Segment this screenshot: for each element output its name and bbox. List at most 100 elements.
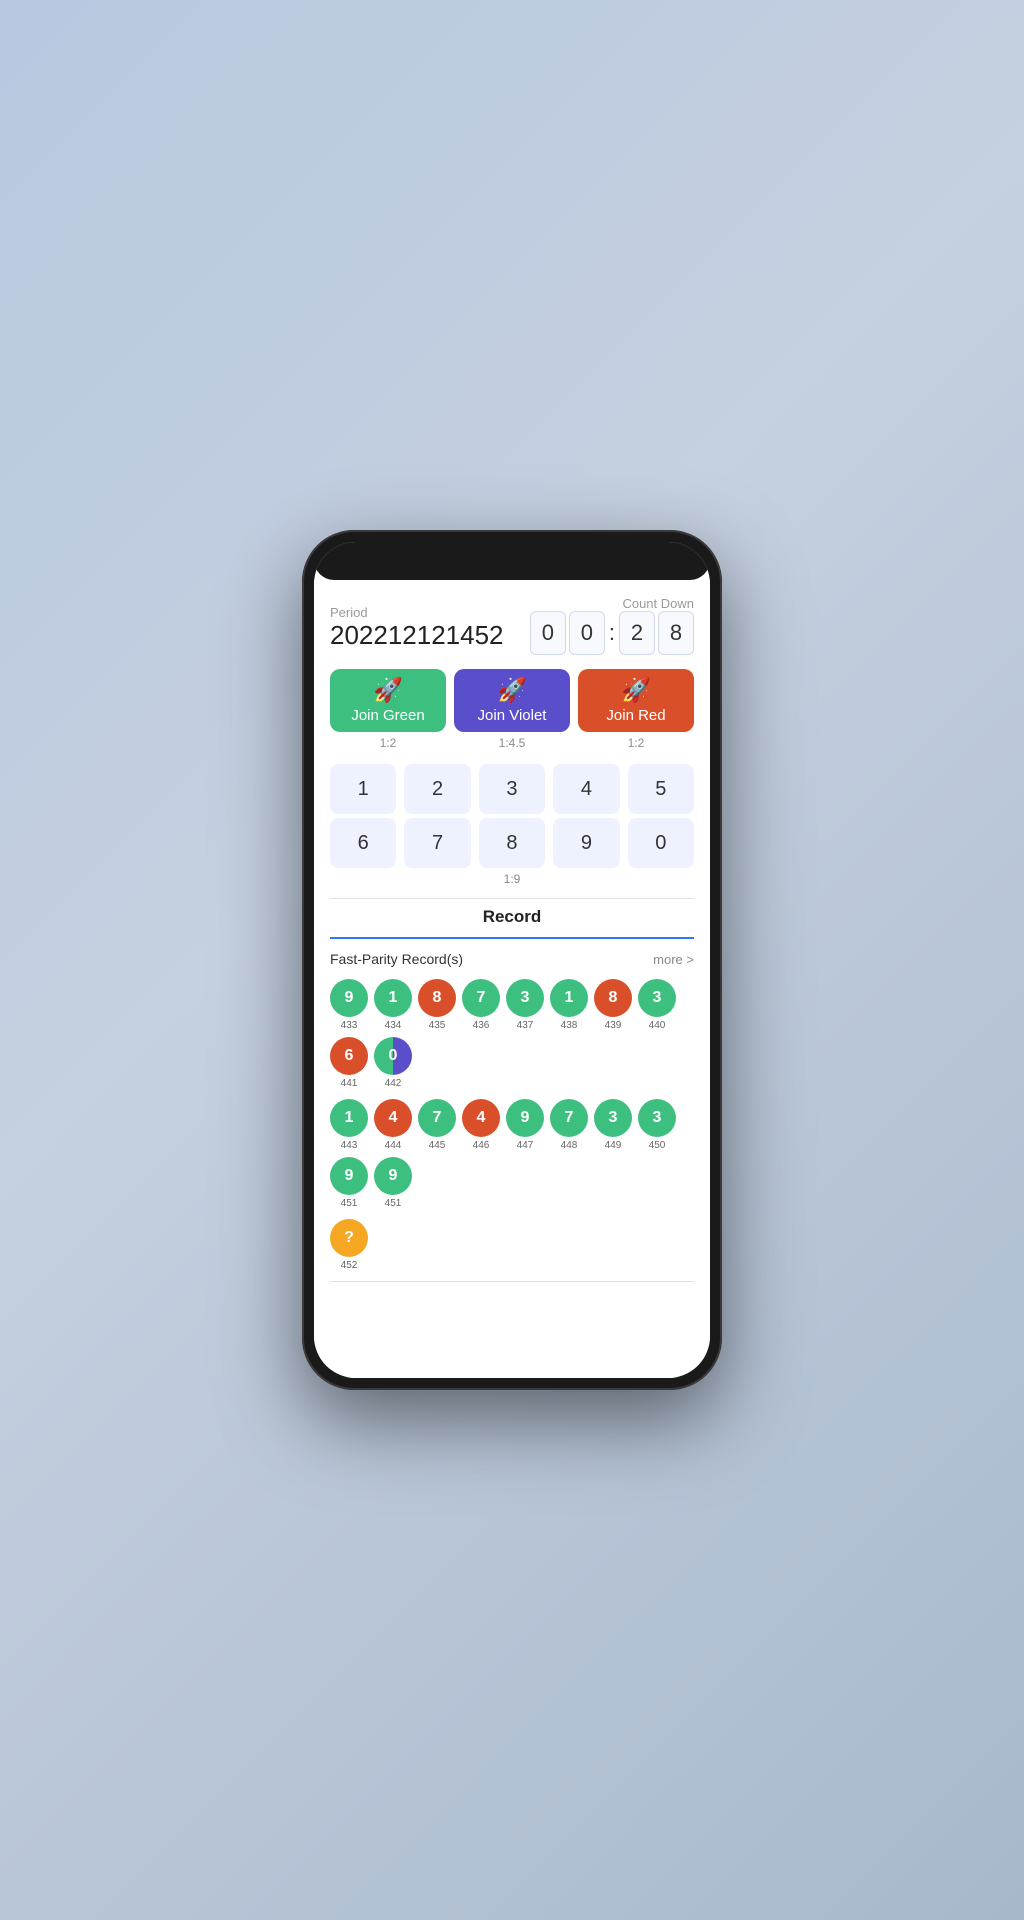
join-violet-ratio: 1:4.5 <box>454 736 570 750</box>
circle-seq-447: 447 <box>517 1140 534 1151</box>
circle-item-437: 3 437 <box>506 979 544 1031</box>
blue-underline <box>330 937 694 939</box>
num-btn-6[interactable]: 6 <box>330 818 396 868</box>
circle-item-447: 9 447 <box>506 1099 544 1151</box>
notch <box>452 550 572 572</box>
circle-seq-440: 440 <box>649 1020 666 1031</box>
circle-item-443: 1 443 <box>330 1099 368 1151</box>
circle-item-452: ? 452 <box>330 1219 368 1271</box>
circle-item-435: 8 435 <box>418 979 456 1031</box>
circle-seq-443: 443 <box>341 1140 358 1151</box>
rocket-icon-green: 🚀 <box>373 679 403 703</box>
circle-seq-435: 435 <box>429 1020 446 1031</box>
circle-448: 7 <box>550 1099 588 1137</box>
num-btn-5[interactable]: 5 <box>628 764 694 814</box>
circle-seq-442: 442 <box>385 1078 402 1089</box>
period-value: 202212121452 <box>330 620 504 651</box>
circle-443: 1 <box>330 1099 368 1137</box>
rocket-icon-violet: 🚀 <box>497 679 527 703</box>
record-title: Record <box>330 907 694 927</box>
circles-row-1: 9 433 1 434 8 435 7 436 3 437 <box>330 979 694 1089</box>
circle-436: 7 <box>462 979 500 1017</box>
circles-row-2: 1 443 4 444 7 445 4 446 9 447 <box>330 1099 694 1209</box>
circle-450: 3 <box>638 1099 676 1137</box>
join-green-button[interactable]: 🚀 Join Green <box>330 669 446 732</box>
num-btn-3[interactable]: 3 <box>479 764 545 814</box>
circle-seq-451a: 451 <box>341 1198 358 1209</box>
circle-440: 3 <box>638 979 676 1017</box>
join-violet-label: Join Violet <box>478 707 547 724</box>
circle-446: 4 <box>462 1099 500 1137</box>
more-link[interactable]: more > <box>653 952 694 967</box>
circle-item-448: 7 448 <box>550 1099 588 1151</box>
join-buttons-row: 🚀 Join Green 🚀 Join Violet 🚀 Join Red <box>330 669 694 732</box>
circle-439: 8 <box>594 979 632 1017</box>
circle-445: 7 <box>418 1099 456 1137</box>
countdown-digit-2: 2 <box>619 611 655 655</box>
circle-item-451a: 9 451 <box>330 1157 368 1209</box>
circle-item-451b: 9 451 <box>374 1157 412 1209</box>
circle-451b: 9 <box>374 1157 412 1195</box>
circle-seq-433: 433 <box>341 1020 358 1031</box>
circle-item-446: 4 446 <box>462 1099 500 1151</box>
circle-seq-434: 434 <box>385 1020 402 1031</box>
num-btn-0[interactable]: 0 <box>628 818 694 868</box>
circle-438: 1 <box>550 979 588 1017</box>
circle-item-439: 8 439 <box>594 979 632 1031</box>
circle-seq-439: 439 <box>605 1020 622 1031</box>
number-grid-row1: 1 2 3 4 5 <box>330 764 694 814</box>
join-ratios-row: 1:2 1:4.5 1:2 <box>330 736 694 750</box>
screen-content: Period 202212121452 Count Down 0 0 : 2 8 <box>314 580 710 1378</box>
num-btn-4[interactable]: 4 <box>553 764 619 814</box>
circle-item-441: 6 441 <box>330 1037 368 1089</box>
circle-437: 3 <box>506 979 544 1017</box>
grid-ratio: 1:9 <box>330 872 694 886</box>
circle-seq-436: 436 <box>473 1020 490 1031</box>
divider-1 <box>330 898 694 899</box>
circle-item-440: 3 440 <box>638 979 676 1031</box>
circle-item-433: 9 433 <box>330 979 368 1031</box>
record-subtitle: Fast-Parity Record(s) <box>330 951 463 967</box>
num-btn-2[interactable]: 2 <box>404 764 470 814</box>
circle-item-445: 7 445 <box>418 1099 456 1151</box>
circle-442: 0 <box>374 1037 412 1075</box>
phone-screen: Period 202212121452 Count Down 0 0 : 2 8 <box>314 542 710 1378</box>
join-red-label: Join Red <box>606 707 665 724</box>
notch-area <box>314 542 710 580</box>
circle-seq-451b: 451 <box>385 1198 402 1209</box>
circle-451a: 9 <box>330 1157 368 1195</box>
num-btn-1[interactable]: 1 <box>330 764 396 814</box>
join-red-ratio: 1:2 <box>578 736 694 750</box>
circle-item-450: 3 450 <box>638 1099 676 1151</box>
num-btn-7[interactable]: 7 <box>404 818 470 868</box>
num-btn-8[interactable]: 8 <box>479 818 545 868</box>
circle-seq-450: 450 <box>649 1140 666 1151</box>
countdown-digit-1: 0 <box>569 611 605 655</box>
record-header: Fast-Parity Record(s) more > <box>330 951 694 967</box>
num-btn-9[interactable]: 9 <box>553 818 619 868</box>
divider-2 <box>330 1281 694 1282</box>
circle-441: 6 <box>330 1037 368 1075</box>
circle-seq-449: 449 <box>605 1140 622 1151</box>
join-green-ratio: 1:2 <box>330 736 446 750</box>
circle-seq-448: 448 <box>561 1140 578 1151</box>
circle-item-436: 7 436 <box>462 979 500 1031</box>
countdown-colon: : <box>609 620 615 646</box>
countdown-label: Count Down <box>530 596 694 611</box>
circle-447: 9 <box>506 1099 544 1137</box>
circle-item-442: 0 442 <box>374 1037 412 1089</box>
countdown-digit-0: 0 <box>530 611 566 655</box>
circle-seq-452: 452 <box>341 1260 358 1271</box>
period-section: Period 202212121452 <box>330 605 504 655</box>
join-red-button[interactable]: 🚀 Join Red <box>578 669 694 732</box>
circle-433: 9 <box>330 979 368 1017</box>
circle-seq-441: 441 <box>341 1078 358 1089</box>
circle-seq-445: 445 <box>429 1140 446 1151</box>
circle-435: 8 <box>418 979 456 1017</box>
circle-item-434: 1 434 <box>374 979 412 1031</box>
circle-seq-444: 444 <box>385 1140 402 1151</box>
circle-seq-437: 437 <box>517 1020 534 1031</box>
circles-row-3: ? 452 <box>330 1219 694 1271</box>
countdown-boxes: 0 0 : 2 8 <box>530 611 694 655</box>
join-violet-button[interactable]: 🚀 Join Violet <box>454 669 570 732</box>
